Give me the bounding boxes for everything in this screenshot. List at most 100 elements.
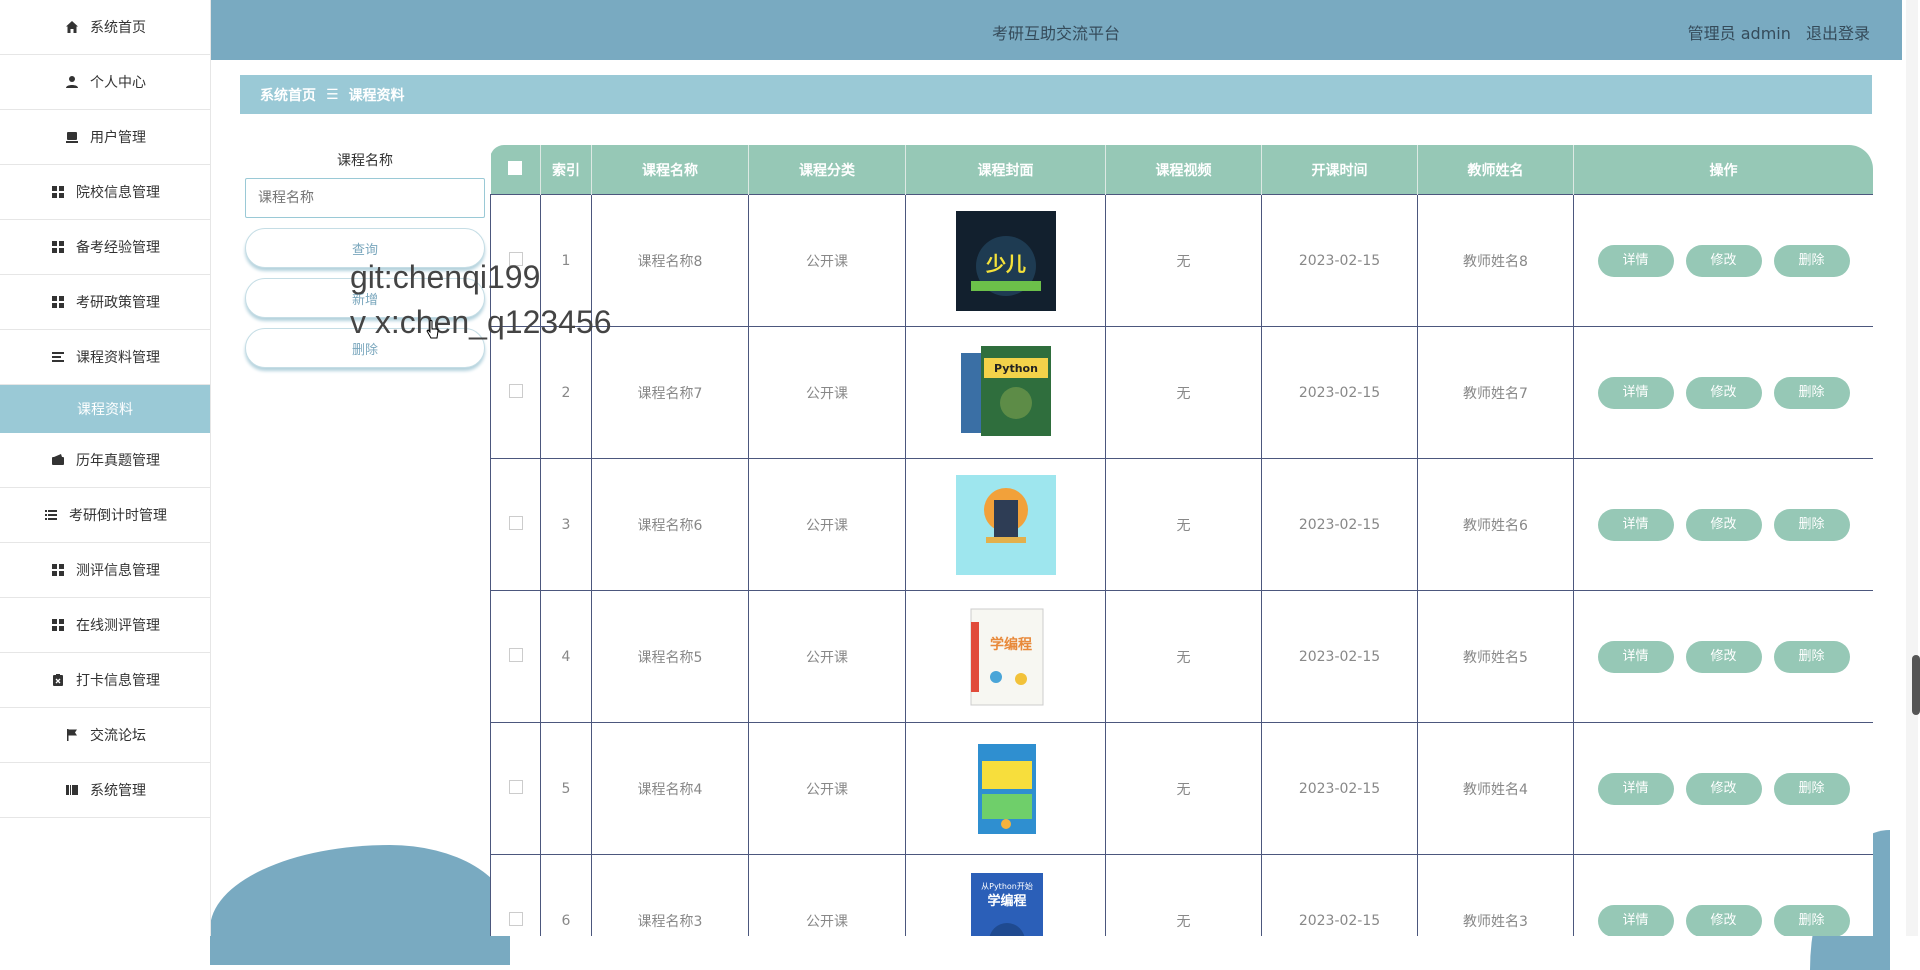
sidebar-item-past-exams[interactable]: 历年真题管理 xyxy=(0,433,210,488)
sidebar-item-forum[interactable]: 交流论坛 xyxy=(0,708,210,763)
delete-button[interactable]: 删除 xyxy=(1773,376,1850,409)
table-header-row: 索引 课程名称 课程分类 课程封面 课程视频 开课时间 教师姓名 操作 xyxy=(490,145,1873,195)
sidebar-item-label: 用户管理 xyxy=(90,130,146,146)
row-checkbox[interactable] xyxy=(508,911,523,926)
teacher-name: 教师姓名7 xyxy=(1417,326,1574,459)
course-name: 课程名称6 xyxy=(591,458,749,591)
row-index: 6 xyxy=(540,854,592,936)
top-bar: 考研互助交流平台 管理员 admin 退出登录 xyxy=(210,0,1902,60)
course-category: 公开课 xyxy=(748,194,906,327)
sidebar-item-online-eval[interactable]: 在线测评管理 xyxy=(0,598,210,653)
course-date: 2023-02-15 xyxy=(1261,194,1418,327)
sidebar-item-eval-info[interactable]: 测评信息管理 xyxy=(0,543,210,598)
edit-button[interactable]: 修改 xyxy=(1685,508,1762,541)
breadcrumb-home[interactable]: 系统首页 xyxy=(260,85,316,105)
book-icon xyxy=(64,782,80,798)
sidebar-item-policy[interactable]: 考研政策管理 xyxy=(0,275,210,330)
sidebar-item-label: 打卡信息管理 xyxy=(76,673,160,689)
course-date: 2023-02-15 xyxy=(1261,722,1418,855)
page-scrollbar[interactable] xyxy=(1906,0,1918,936)
logout-link[interactable]: 退出登录 xyxy=(1806,24,1870,43)
breadcrumb: 系统首页 ☰ 课程资料 xyxy=(240,75,1872,114)
select-all-checkbox[interactable] xyxy=(508,160,523,175)
select-all-cell[interactable] xyxy=(490,145,541,195)
sidebar-item-experience[interactable]: 备考经验管理 xyxy=(0,220,210,275)
edit-button[interactable]: 修改 xyxy=(1685,640,1762,673)
list-icon xyxy=(50,349,66,365)
table-row: 1 课程名称8 公开课 少儿 无 2023-02-15 教师姓名8 详情 修改 删除 xyxy=(490,194,1873,327)
row-checkbox[interactable] xyxy=(508,779,523,794)
row-checkbox[interactable] xyxy=(508,647,523,662)
course-cover-image xyxy=(955,474,1056,575)
delete-button[interactable]: 删除 xyxy=(1773,508,1850,541)
detail-button[interactable]: 详情 xyxy=(1597,244,1674,277)
course-video: 无 xyxy=(1105,722,1262,855)
sidebar-item-label: 考研政策管理 xyxy=(76,295,160,311)
sidebar-subitem-course[interactable]: 课程资料 xyxy=(0,385,210,433)
detail-button[interactable]: 详情 xyxy=(1597,772,1674,805)
sidebar-item-checkin[interactable]: 打卡信息管理 xyxy=(0,653,210,708)
edit-button[interactable]: 修改 xyxy=(1685,904,1762,936)
sidebar-item-label: 课程资料 xyxy=(77,402,133,418)
course-cover-image xyxy=(977,743,1036,834)
course-cover-image: Python xyxy=(960,345,1051,436)
sidebar-item-home[interactable]: 系统首页 xyxy=(0,0,210,55)
table-row: 6 课程名称3 公开课 从Python开始 学编程 无 2023-02-15 教师… xyxy=(490,854,1873,936)
sidebar-item-users[interactable]: 用户管理 xyxy=(0,110,210,165)
row-checkbox[interactable] xyxy=(508,383,523,398)
course-name: 课程名称8 xyxy=(591,194,749,327)
detail-button[interactable]: 详情 xyxy=(1597,376,1674,409)
detail-button[interactable]: 详情 xyxy=(1597,640,1674,673)
sidebar-item-countdown[interactable]: 考研倒计时管理 xyxy=(0,488,210,543)
course-cover-image: 从Python开始学编程 xyxy=(970,872,1043,936)
sidebar-item-label: 在线测评管理 xyxy=(76,618,160,634)
sidebar-item-label: 测评信息管理 xyxy=(76,563,160,579)
detail-button[interactable]: 详情 xyxy=(1597,508,1674,541)
course-video: 无 xyxy=(1105,458,1262,591)
sidebar-item-schools[interactable]: 院校信息管理 xyxy=(0,165,210,220)
course-name-search-input[interactable] xyxy=(245,178,485,218)
teacher-name: 教师姓名5 xyxy=(1417,590,1574,723)
row-index: 3 xyxy=(540,458,592,591)
edit-button[interactable]: 修改 xyxy=(1685,244,1762,277)
teacher-name: 教师姓名6 xyxy=(1417,458,1574,591)
grid-icon xyxy=(50,239,66,255)
row-index: 4 xyxy=(540,590,592,723)
delete-button[interactable]: 删除 xyxy=(1773,244,1850,277)
course-category: 公开课 xyxy=(748,326,906,459)
delete-button[interactable]: 删除 xyxy=(1773,640,1850,673)
clipboard-icon xyxy=(50,672,66,688)
breadcrumb-current: 课程资料 xyxy=(348,87,405,104)
scrollbar-thumb[interactable] xyxy=(1912,655,1920,715)
sidebar-item-course-mgmt[interactable]: 课程资料管理 xyxy=(0,330,210,385)
delete-button[interactable]: 删除 xyxy=(1773,904,1850,936)
column-header: 教师姓名 xyxy=(1417,145,1574,195)
sidebar-item-label: 系统管理 xyxy=(90,783,146,799)
detail-button[interactable]: 详情 xyxy=(1597,904,1674,936)
course-name: 课程名称3 xyxy=(591,854,749,936)
course-cover-image: 学编程 xyxy=(970,608,1043,705)
flag-icon xyxy=(64,727,80,743)
course-video: 无 xyxy=(1105,854,1262,936)
edit-button[interactable]: 修改 xyxy=(1685,772,1762,805)
course-table: 索引 课程名称 课程分类 课程封面 课程视频 开课时间 教师姓名 操作 1 课程… xyxy=(490,145,1873,936)
edit-button[interactable]: 修改 xyxy=(1685,376,1762,409)
row-checkbox[interactable] xyxy=(508,515,523,530)
delete-button[interactable]: 删除 xyxy=(1773,772,1850,805)
home-icon xyxy=(64,19,80,35)
watermark-line: git:chenqi199 xyxy=(350,259,541,295)
column-header: 课程视频 xyxy=(1105,145,1262,195)
svg-text:学编程: 学编程 xyxy=(987,893,1026,909)
table-row: 2 课程名称7 公开课 Python 无 2023-02-15 教师姓名7 详情… xyxy=(490,326,1873,459)
course-name: 课程名称7 xyxy=(591,326,749,459)
monitor-icon xyxy=(64,129,80,145)
sidebar-item-profile[interactable]: 个人中心 xyxy=(0,55,210,110)
course-video: 无 xyxy=(1105,326,1262,459)
sidebar-item-label: 系统首页 xyxy=(90,20,146,36)
course-cover-image: 少儿 xyxy=(955,210,1056,311)
column-header: 操作 xyxy=(1573,145,1873,195)
user-icon xyxy=(64,74,80,90)
sidebar-item-system[interactable]: 系统管理 xyxy=(0,763,210,818)
search-label: 课程名称 xyxy=(337,153,393,169)
course-video: 无 xyxy=(1105,194,1262,327)
